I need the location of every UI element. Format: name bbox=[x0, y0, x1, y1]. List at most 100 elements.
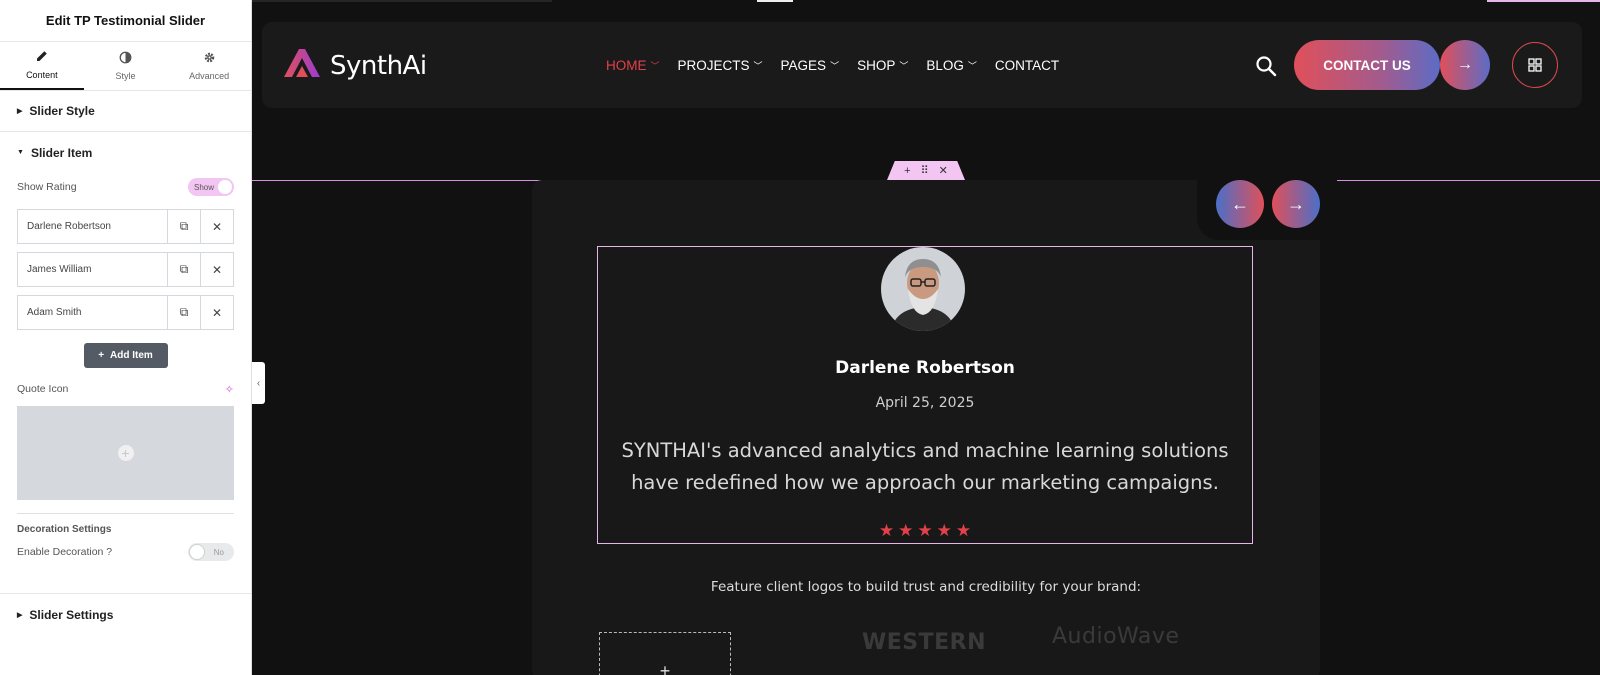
pencil-icon bbox=[35, 50, 48, 65]
tab-label: Advanced bbox=[189, 71, 230, 81]
quote-icon-label: Quote Icon bbox=[17, 383, 69, 395]
grid-menu-icon[interactable] bbox=[1512, 42, 1558, 88]
show-rating-control: Show Rating Show bbox=[0, 173, 251, 201]
decoration-settings-heading: Decoration Settings bbox=[17, 524, 112, 535]
preview-canvas: SynthAi HOME ﹀ PROJECTS ﹀ PAGES ﹀ SHOP ﹀ bbox=[252, 0, 1600, 675]
client-logo-western: WESTERN bbox=[862, 630, 986, 655]
panel-title: Edit TP Testimonial Slider bbox=[0, 0, 251, 42]
toggle-text: Show bbox=[194, 182, 215, 192]
add-item-label: Add Item bbox=[110, 350, 153, 361]
enable-decoration-toggle[interactable]: No bbox=[188, 543, 234, 561]
add-media-icon: + bbox=[117, 445, 134, 461]
repeater-item-label[interactable]: Adam Smith bbox=[18, 296, 167, 329]
search-icon[interactable] bbox=[1255, 55, 1277, 77]
enable-decoration-label: Enable Decoration ? bbox=[17, 546, 113, 558]
gear-icon bbox=[203, 51, 216, 66]
testimonial-card[interactable]: Darlene Robertson April 25, 2025 SYNTHAI… bbox=[597, 246, 1253, 544]
ai-sparkle-icon[interactable]: ✧ bbox=[225, 383, 234, 396]
menu-item-projects[interactable]: PROJECTS ﹀ bbox=[678, 58, 763, 73]
quote-icon-control: Quote Icon ✧ bbox=[0, 372, 251, 406]
site-header: SynthAi HOME ﹀ PROJECTS ﹀ PAGES ﹀ SHOP ﹀ bbox=[262, 22, 1582, 108]
review-date: April 25, 2025 bbox=[875, 395, 975, 411]
show-rating-toggle[interactable]: Show bbox=[188, 178, 234, 196]
chevron-down-icon: ﹀ bbox=[899, 61, 909, 71]
repeater-item-label[interactable]: James William bbox=[18, 253, 167, 286]
drag-handle-icon[interactable]: ⠿ bbox=[921, 164, 929, 177]
menu-item-label: CONTACT bbox=[994, 57, 1060, 73]
menu-item-label: PROJECTS bbox=[677, 57, 750, 73]
plus-icon: + bbox=[98, 350, 105, 361]
section-label: Slider Style bbox=[29, 104, 95, 118]
delete-section-icon[interactable]: ✕ bbox=[939, 164, 948, 177]
section-handle: + ⠿ ✕ bbox=[887, 161, 965, 180]
star-icon: ★ bbox=[936, 521, 952, 540]
menu-item-label: BLOG bbox=[926, 57, 964, 73]
menu-item-contact[interactable]: CONTACT bbox=[995, 58, 1059, 73]
section-slider-style[interactable]: ▶ Slider Style bbox=[0, 91, 251, 132]
slider-prev-button[interactable]: ← bbox=[1216, 180, 1264, 228]
quote-icon-picker[interactable]: + bbox=[17, 406, 234, 500]
star-icon: ★ bbox=[955, 521, 972, 540]
editor-panel: Edit TP Testimonial Slider Content Style… bbox=[0, 0, 252, 675]
arrow-right-icon: → bbox=[1287, 193, 1305, 214]
chevron-left-icon: ‹ bbox=[256, 377, 261, 389]
reviewer-name: Darlene Robertson bbox=[835, 358, 1015, 378]
client-logo-audiowave: AudioWave bbox=[1052, 624, 1179, 649]
menu-item-label: HOME bbox=[606, 57, 647, 73]
tab-advanced[interactable]: Advanced bbox=[167, 42, 251, 90]
add-logo-icon: + bbox=[659, 661, 671, 675]
menu-item-label: PAGES bbox=[780, 57, 827, 73]
section-slider-settings[interactable]: ▶ Slider Settings bbox=[0, 594, 251, 635]
menu-item-shop[interactable]: SHOP ﹀ bbox=[857, 58, 908, 73]
add-item-button[interactable]: + Add Item bbox=[83, 343, 168, 368]
logo-mark-icon bbox=[282, 48, 322, 83]
tab-label: Content bbox=[26, 70, 58, 80]
top-strip bbox=[252, 0, 1600, 2]
section-slider-item[interactable]: ▼ Slider Item bbox=[0, 132, 251, 173]
chevron-down-icon: ﹀ bbox=[830, 61, 840, 71]
contact-us-button[interactable]: CONTACT US bbox=[1294, 40, 1440, 90]
star-icon: ★ bbox=[917, 521, 933, 540]
repeater-item: Darlene Robertson ⧉ ✕ bbox=[17, 209, 234, 244]
arrow-right-icon[interactable]: → bbox=[1440, 40, 1490, 90]
menu-item-home[interactable]: HOME ﹀ bbox=[606, 58, 660, 73]
star-icon: ★ bbox=[878, 521, 895, 540]
chevron-down-icon: ﹀ bbox=[967, 61, 977, 71]
testimonial-quote: SYNTHAI's advanced analytics and machine… bbox=[621, 439, 1229, 494]
add-section-icon[interactable]: + bbox=[904, 165, 910, 177]
menu-item-blog[interactable]: BLOG ﹀ bbox=[926, 58, 977, 73]
site-logo[interactable]: SynthAi bbox=[282, 48, 427, 83]
toggle-knob bbox=[189, 544, 205, 560]
duplicate-icon[interactable]: ⧉ bbox=[167, 253, 200, 286]
tab-content[interactable]: Content bbox=[0, 42, 84, 90]
tab-label: Style bbox=[115, 71, 136, 81]
half-circle-icon bbox=[119, 51, 132, 66]
client-logo-text: AudioWave bbox=[1052, 624, 1180, 649]
enable-decoration-control: Enable Decoration ? No bbox=[0, 535, 251, 569]
repeater-item-label[interactable]: Darlene Robertson bbox=[18, 210, 167, 243]
duplicate-icon[interactable]: ⧉ bbox=[167, 210, 200, 243]
close-icon[interactable]: ✕ bbox=[200, 296, 233, 329]
arrow-left-icon: ← bbox=[1231, 193, 1249, 214]
menu-item-label: SHOP bbox=[857, 57, 896, 73]
client-logo-text: WESTERN bbox=[862, 630, 987, 655]
caret-right-icon: ▶ bbox=[17, 611, 23, 619]
duplicate-icon[interactable]: ⧉ bbox=[167, 296, 200, 329]
main-menu: HOME ﹀ PROJECTS ﹀ PAGES ﹀ SHOP ﹀ BLOG ﹀ … bbox=[606, 22, 1059, 108]
section-label: Slider Item bbox=[30, 145, 93, 160]
close-icon[interactable]: ✕ bbox=[200, 253, 233, 286]
client-logos-caption: Feature client logos to build trust and … bbox=[710, 579, 1142, 595]
repeater-item: James William ⧉ ✕ bbox=[17, 252, 234, 287]
brand-name: SynthAi bbox=[330, 50, 427, 81]
editor-tabs: Content Style Advanced bbox=[0, 42, 251, 91]
tab-style[interactable]: Style bbox=[84, 42, 168, 90]
section-label: Slider Settings bbox=[29, 607, 114, 622]
collapse-panel-handle[interactable]: ‹ bbox=[252, 362, 265, 404]
toggle-text: No bbox=[213, 547, 224, 557]
show-rating-label: Show Rating bbox=[17, 181, 77, 193]
menu-item-pages[interactable]: PAGES ﹀ bbox=[781, 58, 840, 73]
caret-right-icon: ▶ bbox=[17, 108, 23, 115]
logo-placeholder[interactable]: + bbox=[599, 632, 731, 675]
close-icon[interactable]: ✕ bbox=[200, 210, 233, 243]
slider-next-button[interactable]: → bbox=[1272, 180, 1320, 228]
